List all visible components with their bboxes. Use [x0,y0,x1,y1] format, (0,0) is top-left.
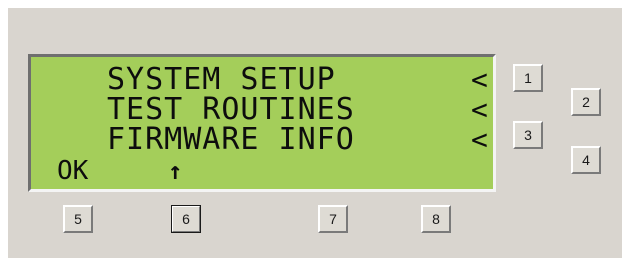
select-arrow-icon: < [471,93,488,126]
button-7[interactable]: 7 [318,205,348,233]
lcd-display: SYSTEM SETUP TEST ROUTINES FIRMWARE INFO… [28,54,496,192]
button-5[interactable]: 5 [63,205,93,233]
menu-item-test-routines: TEST ROUTINES [107,92,355,127]
menu-item-firmware-info: FIRMWARE INFO [107,122,355,157]
select-arrow-icon: < [471,63,488,96]
button-3[interactable]: 3 [513,121,543,149]
device-panel: SYSTEM SETUP TEST ROUTINES FIRMWARE INFO… [8,8,622,258]
button-1[interactable]: 1 [513,64,543,92]
select-arrow-icon: < [471,123,488,156]
button-8[interactable]: 8 [421,205,451,233]
button-2[interactable]: 2 [571,88,601,116]
up-arrow-icon: ↑ [168,157,183,185]
ok-softkey-label: OK [57,156,89,186]
button-6[interactable]: 6 [171,205,201,233]
menu-item-system-setup: SYSTEM SETUP [107,62,336,97]
button-4[interactable]: 4 [571,146,601,174]
